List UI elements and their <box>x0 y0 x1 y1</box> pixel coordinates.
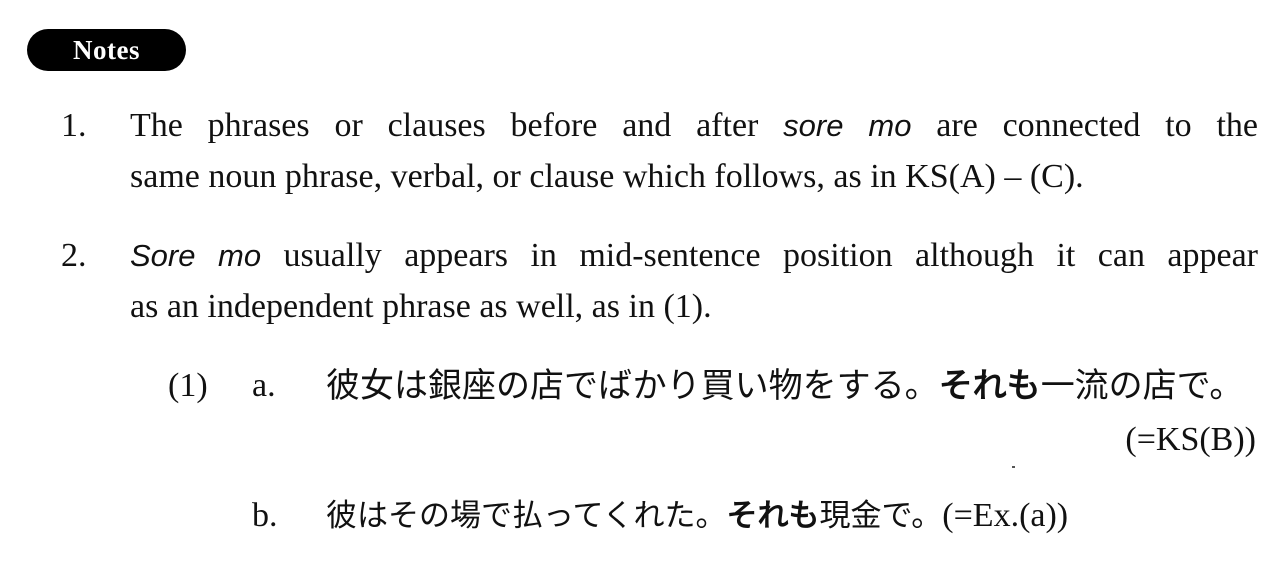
note-line: Sore mo usually appears in mid-sentence … <box>130 230 1258 281</box>
note-line: same noun phrase, verbal, or clause whic… <box>130 158 1084 195</box>
note-item-1: 1. The phrases or clauses before and aft… <box>61 100 1261 210</box>
note-number: 2. <box>61 237 87 274</box>
example-sentence-b: 彼はその場で払ってくれた。それも現金で。(=Ex.(a)) <box>326 496 1068 536</box>
example-sentence-a: 彼女は銀座の店でばかり買い物をする。それも一流の店で。 <box>326 366 1243 406</box>
jp-keyword-sore-mo: それも <box>938 366 1041 406</box>
jp-keyword-sore-mo: それも <box>726 498 820 534</box>
example-reference-a: (=KS(B)) <box>1125 421 1256 458</box>
note-text: usually appears in mid-sentence position… <box>261 237 1258 274</box>
term-sore-mo: sore mo <box>783 108 912 143</box>
note-body: Sore mo usually appears in mid-sentence … <box>130 230 1258 332</box>
jp-text: 彼はその場で払ってくれた。 <box>326 498 727 534</box>
note-body: The phrases or clauses before and after … <box>130 100 1258 202</box>
note-item-2: 2. Sore mo usually appears in mid-senten… <box>61 230 1261 340</box>
jp-text: 一流の店で。 <box>1040 366 1244 406</box>
example-group-number: (1) <box>168 367 208 404</box>
example-letter: a. <box>252 367 276 404</box>
jp-text: 彼女は銀座の店でばかり買い物をする。 <box>326 366 939 406</box>
jp-text: 現金で。 <box>819 498 943 534</box>
note-number: 1. <box>61 107 87 144</box>
example-reference-b: (=Ex.(a)) <box>942 497 1069 534</box>
notes-badge: Notes <box>27 29 186 71</box>
note-text: are connected to the <box>911 107 1258 144</box>
example-letter: b. <box>252 497 278 534</box>
note-text: The phrases or clauses before and after <box>130 107 784 144</box>
note-line: as an independent phrase as well, as in … <box>130 288 712 325</box>
stray-mark <box>1012 466 1015 468</box>
note-line: The phrases or clauses before and after … <box>130 100 1258 151</box>
term-sore-mo: Sore mo <box>130 238 262 273</box>
